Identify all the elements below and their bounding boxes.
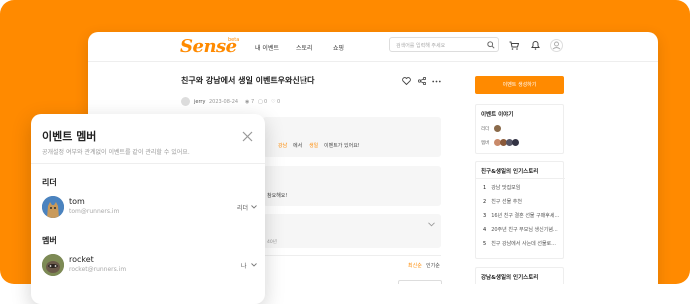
info-tag-birthday: 생일: [309, 143, 319, 149]
info-tag-particle: 에서: [293, 143, 303, 149]
author-name[interactable]: jerry: [194, 99, 205, 105]
heart-icon[interactable]: [402, 77, 411, 85]
leader-role-dropdown[interactable]: 리더: [237, 203, 248, 212]
post-date: 2023-08-24: [209, 99, 239, 105]
search-input[interactable]: 검색어를 입력해 주세요: [389, 37, 499, 52]
chevron-down-icon[interactable]: [428, 222, 435, 227]
story-leader-label: 리더: [481, 127, 490, 132]
popular-stories-box-2: 강남&생일의 인기스토리: [475, 267, 564, 284]
leader-email: tom@runners.im: [69, 208, 120, 215]
leader-avatar-small[interactable]: [494, 125, 501, 132]
create-event-button[interactable]: 이벤트 생성하기: [475, 76, 564, 94]
rank-number: 5: [483, 241, 487, 247]
nav-my-event[interactable]: 내 이벤트: [255, 43, 279, 52]
expandable-card[interactable]: [263, 214, 441, 248]
story-title: 강남 맛집모임: [491, 185, 521, 191]
info-tag-location: 강남: [278, 143, 288, 149]
top-navigation-bar: Sense beta 내 이벤트 스토리 쇼핑 검색어를 입력해 주세요: [88, 32, 658, 62]
popular-story-item[interactable]: 1 강남 맛집모임: [483, 184, 520, 191]
info-tag-event: 이벤트가 있어요!: [324, 143, 360, 149]
story-title: 친구 선물 추천: [491, 199, 522, 205]
nav-shopping[interactable]: 쇼핑: [333, 43, 344, 52]
leader-avatar[interactable]: [42, 196, 64, 218]
member-avatar-small[interactable]: [512, 139, 519, 146]
member-section-title: 멤버: [42, 236, 57, 245]
comment-input-box[interactable]: [398, 280, 442, 284]
views-icon: ◉: [245, 99, 250, 105]
member-name: rocket: [69, 255, 94, 264]
sort-latest[interactable]: 최신순: [408, 262, 422, 269]
popular-stories-title: 친구&생일의 인기스토리: [481, 169, 539, 175]
rank-number: 4: [483, 227, 487, 233]
story-title: 20주년 친구 부모님 생신기념...: [491, 227, 558, 233]
popular-story-item[interactable]: 5 친구 강남에서 사는데 선물로...: [483, 240, 556, 247]
search-placeholder: 검색어를 입력해 주세요: [396, 43, 446, 49]
content-card-text: 참요해요!: [267, 193, 288, 199]
info-icon[interactable]: [300, 76, 308, 84]
bell-icon[interactable]: [531, 40, 540, 50]
view-count: 7: [251, 99, 255, 105]
cat-avatar-image: [42, 196, 64, 218]
share-icon[interactable]: [418, 77, 426, 85]
post-title: 친구와 강남에서 생일 이벤트우와신난다: [181, 76, 315, 85]
divider: [476, 178, 565, 179]
chevron-down-icon[interactable]: [251, 205, 257, 209]
leader-section-title: 리더: [42, 178, 57, 187]
modal-title: 이벤트 멤버: [42, 130, 97, 143]
popular-story-item[interactable]: 4 20주년 친구 부모님 생신기념...: [483, 226, 558, 233]
author-avatar[interactable]: [181, 97, 190, 106]
member-avatar[interactable]: [42, 254, 64, 276]
cart-icon[interactable]: [509, 41, 519, 50]
modal-divider: [31, 163, 265, 164]
event-info-card: [263, 117, 441, 157]
more-options-icon[interactable]: [432, 80, 441, 83]
profile-icon[interactable]: [550, 39, 563, 52]
comment-icon: ▢: [258, 99, 263, 105]
event-members-modal: 이벤트 멤버 공개설정 여부와 관계없이 이벤트를 같이 관리할 수 있어요. …: [31, 114, 265, 304]
nav-story[interactable]: 스토리: [296, 43, 313, 52]
rank-number: 2: [483, 199, 487, 205]
popular-stories-title-2: 강남&생일의 인기스토리: [481, 275, 539, 281]
event-story-box: 이벤트 이야기 리더 멤버: [475, 104, 564, 154]
card-meta-text: 40년: [267, 240, 277, 245]
logo-beta-badge: beta: [228, 37, 240, 43]
search-icon[interactable]: [487, 41, 495, 49]
sort-popular[interactable]: 인기순: [426, 262, 440, 269]
popular-story-item[interactable]: 3 16년 친구 결혼 선물 구매후세...: [483, 212, 559, 219]
popular-story-item[interactable]: 2 친구 선물 추천: [483, 198, 522, 205]
popular-stories-box: 친구&생일의 인기스토리 1 강남 맛집모임 2 친구 선물 추천 3 16년 친구 …: [475, 161, 565, 259]
member-email: rocket@runners.im: [69, 266, 127, 273]
leader-name: tom: [69, 197, 85, 206]
like-count: 0: [277, 99, 281, 105]
raccoon-avatar-image: [42, 254, 64, 276]
content-card: [263, 166, 441, 206]
divider: [263, 255, 441, 256]
story-title: 친구 강남에서 사는데 선물로...: [491, 241, 556, 247]
modal-subtitle: 공개설정 여부와 관계없이 이벤트를 같이 관리할 수 있어요.: [42, 149, 190, 156]
member-role-dropdown[interactable]: 나: [241, 261, 247, 270]
rank-number: 1: [483, 185, 487, 191]
comment-count: 0: [264, 99, 268, 105]
rank-number: 3: [483, 213, 487, 219]
story-member-label: 멤버: [481, 141, 490, 146]
story-title: 16년 친구 결혼 선물 구매후세...: [491, 213, 560, 219]
close-icon[interactable]: [242, 131, 253, 142]
chevron-down-icon[interactable]: [251, 263, 257, 267]
like-icon: ♡: [271, 99, 276, 105]
event-story-title: 이벤트 이야기: [481, 112, 514, 118]
